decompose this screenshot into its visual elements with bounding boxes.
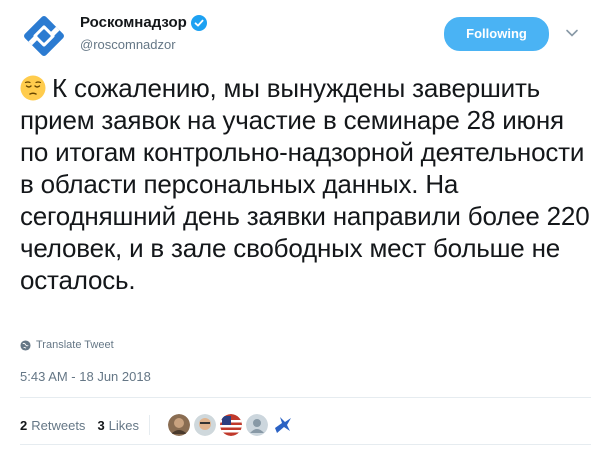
user-avatar-3[interactable]: [220, 414, 243, 436]
retweets-label: Retweets: [31, 417, 86, 433]
verified-badge-icon: [190, 14, 207, 31]
likes-stat[interactable]: 3 Likes: [97, 418, 139, 433]
liker-avatars: [168, 414, 294, 436]
likes-count: 3: [97, 417, 105, 433]
user-avatar-1[interactable]: [168, 414, 191, 436]
tweet-text: К сожалению, мы вынуждены завершить прие…: [20, 72, 590, 296]
following-button[interactable]: Following: [444, 17, 549, 51]
roskomnadzor-logo-icon: [24, 16, 64, 56]
pensive-face-emoji-icon: [20, 75, 46, 101]
author-display-name[interactable]: Роскомнадзор: [80, 14, 187, 31]
engagement-stats: 2 Retweets 3 Likes: [20, 414, 294, 436]
likes-label: Likes: [108, 417, 140, 433]
tweet-timestamp[interactable]: 5:43 AM - 18 Jun 2018: [20, 369, 151, 384]
retweets-stat[interactable]: 2 Retweets: [20, 418, 85, 433]
stats-separator: [149, 415, 151, 435]
retweets-count: 2: [20, 417, 28, 433]
user-avatar-2[interactable]: [194, 414, 217, 436]
bird-icon[interactable]: [272, 414, 294, 436]
divider-bottom: [20, 444, 591, 445]
author-handle[interactable]: @roscomnadzor: [80, 37, 176, 52]
author-avatar[interactable]: [20, 12, 68, 60]
default-user-avatar[interactable]: [246, 414, 269, 436]
translate-tweet-link[interactable]: Translate Tweet: [20, 339, 114, 351]
globe-icon: [20, 339, 31, 351]
divider-top: [20, 397, 591, 398]
tweet-body-text: К сожалению, мы вынуждены завершить прие…: [20, 73, 590, 295]
translate-tweet-label[interactable]: Translate Tweet: [36, 339, 114, 351]
author-name-row: Роскомнадзор: [80, 14, 207, 31]
chevron-down-icon[interactable]: [565, 26, 579, 40]
